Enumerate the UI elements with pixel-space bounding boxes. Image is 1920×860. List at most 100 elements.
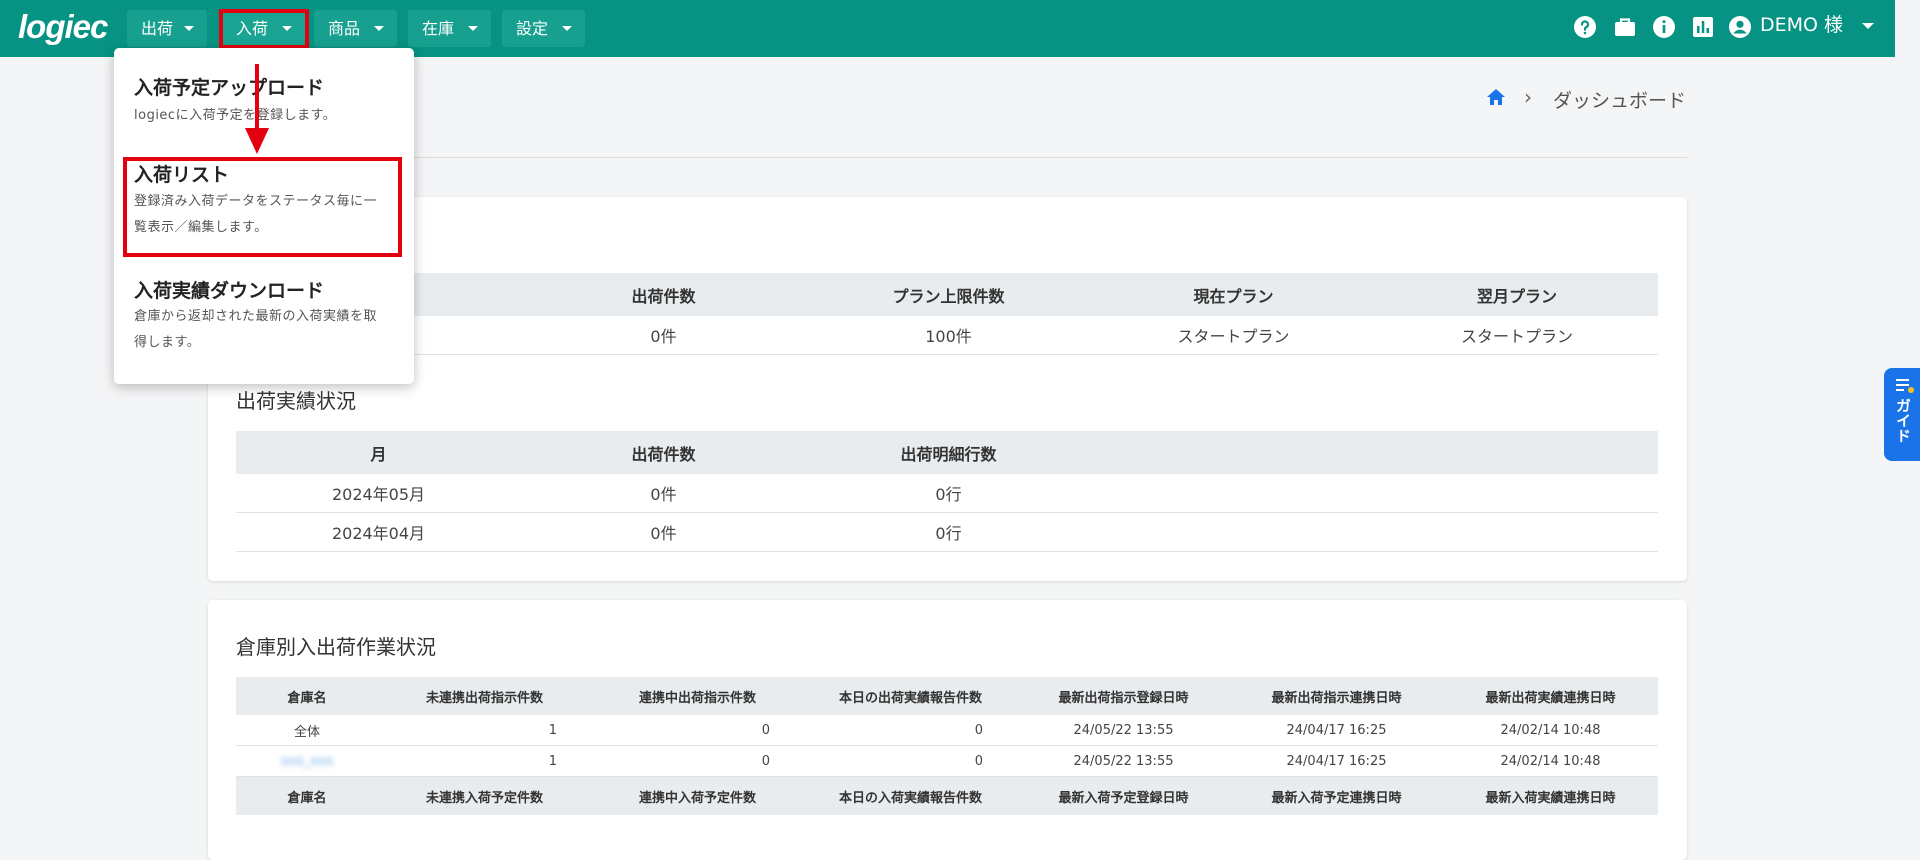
table-cell: 0 (804, 745, 1017, 777)
table-row: 全体 1 0 0 24/05/22 13:55 24/04/17 16:25 2… (236, 715, 1658, 746)
chart-icon[interactable] (1691, 15, 1715, 39)
table-header-row: 月 出荷件数 出荷明細行数 (236, 431, 1658, 474)
user-menu-caret-icon[interactable] (1862, 23, 1874, 29)
column-header: 現在プラン (1091, 273, 1376, 316)
table-header-row: 倉庫名 未連携出荷指示件数 連携中出荷指示件数 本日の出荷実績報告件数 最新出荷… (236, 677, 1658, 715)
column-header: 出荷件数 (521, 431, 806, 474)
column-header: 最新入荷予定登録日時 (1017, 776, 1230, 815)
table-cell: 24/05/22 13:55 (1017, 715, 1230, 746)
nav-products-menu[interactable]: 商品 (314, 10, 397, 47)
column-header: 未連携出荷指示件数 (378, 677, 591, 715)
plan-table: 出荷件数 プラン上限件数 現在プラン 翌月プラン 月 0件 100件 スタートプ… (236, 273, 1658, 355)
table-cell: スタートプラン (1376, 316, 1658, 355)
menu-item-description: logiecに入荷予定を登録します。 (134, 108, 337, 123)
shipment-status-table: 月 出荷件数 出荷明細行数 2024年05月 0件 0行 2024年04月 0件… (236, 431, 1658, 552)
table-cell: 2024年05月 (236, 474, 521, 513)
column-header: 出荷明細行数 (806, 431, 1091, 474)
table-cell: 24/04/17 16:25 (1230, 715, 1443, 746)
column-header: 倉庫名 (236, 776, 378, 815)
menu-item-description: 得します。 (134, 335, 201, 350)
table-cell (1091, 474, 1658, 513)
nav-settings-menu[interactable]: 設定 (502, 10, 585, 47)
divider (208, 157, 1687, 158)
table-cell: 1 (378, 715, 591, 746)
help-icon[interactable] (1573, 15, 1597, 39)
table-row: 2024年04月 0件 0行 (236, 512, 1658, 552)
column-header: 最新出荷指示連携日時 (1230, 677, 1443, 715)
table-cell: 24/02/14 10:48 (1443, 745, 1658, 777)
column-header: 最新入荷予定連携日時 (1230, 776, 1443, 815)
user-name[interactable]: DEMO 様 (1760, 12, 1843, 38)
annotation-arrow-icon (245, 64, 269, 154)
receiving-list-highlight (123, 157, 402, 257)
table-cell: 24/05/22 13:55 (1017, 745, 1230, 777)
table-cell: スタートプラン (1091, 316, 1376, 355)
table-cell: 0 (591, 745, 804, 777)
caret-down-icon (374, 26, 384, 31)
table-header-row: 倉庫名 未連携入荷予定件数 連携中入荷予定件数 本日の入荷実績報告件数 最新入荷… (236, 776, 1658, 815)
account-icon[interactable] (1728, 15, 1752, 39)
table-cell: 0件 (521, 316, 806, 355)
nav-shipping-label: 出荷 (141, 19, 174, 38)
table-cell: 0行 (806, 512, 1091, 552)
column-header: 翌月プラン (1376, 273, 1658, 316)
table-cell (1091, 512, 1658, 552)
column-header: 本日の入荷実績報告件数 (804, 776, 1017, 815)
column-header: 倉庫名 (236, 677, 378, 715)
column-header: 未連携入荷予定件数 (378, 776, 591, 815)
table-cell: 0行 (806, 474, 1091, 513)
breadcrumb-separator-icon: › (1524, 85, 1532, 109)
nav-shipping-menu[interactable]: 出荷 (127, 10, 207, 47)
warehouse-status-title: 倉庫別入出荷作業状況 (236, 635, 436, 659)
shipment-status-title: 出荷実績状況 (236, 389, 356, 413)
home-icon[interactable] (1486, 88, 1506, 106)
menu-item-receiving-upload[interactable]: 入荷予定アップロード (134, 73, 324, 100)
caret-down-icon (468, 26, 478, 31)
table-cell: 0 (591, 715, 804, 746)
guide-button[interactable]: ガイド (1884, 368, 1920, 461)
receiving-menu-highlight (219, 9, 309, 49)
column-header: 月 (236, 431, 521, 474)
column-header: 本日の出荷実績報告件数 (804, 677, 1017, 715)
warehouse-name: 全体 (236, 715, 378, 746)
column-header: 連携中出荷指示件数 (591, 677, 804, 715)
table-cell: 1 (378, 745, 591, 777)
column-header: 連携中入荷予定件数 (591, 776, 804, 815)
nav-inventory-label: 在庫 (422, 19, 455, 38)
menu-item-description: 倉庫から返却された最新の入荷実績を取 (134, 309, 378, 324)
warehouse-link-redacted[interactable]: xxx_xxx (281, 754, 334, 769)
column-header: 出荷件数 (521, 273, 806, 316)
table-header-row: 出荷件数 プラン上限件数 現在プラン 翌月プラン (236, 273, 1658, 316)
table-row: 2024年05月 0件 0行 (236, 474, 1658, 513)
guide-label: ガイド (1894, 398, 1912, 443)
table-cell: 2024年04月 (236, 512, 521, 552)
table-row: xxx_xxx 1 0 0 24/05/22 13:55 24/04/17 16… (236, 745, 1658, 777)
caret-down-icon (184, 26, 194, 31)
warehouse-status-table: 倉庫名 未連携出荷指示件数 連携中出荷指示件数 本日の出荷実績報告件数 最新出荷… (236, 677, 1658, 815)
table-cell: 0件 (521, 512, 806, 552)
table-cell: 100件 (806, 316, 1091, 355)
caret-down-icon (562, 26, 572, 31)
warehouse-link-cell[interactable]: xxx_xxx (236, 745, 378, 777)
breadcrumb-current: ダッシュボード (1553, 90, 1687, 112)
menu-item-receiving-results-download[interactable]: 入荷実績ダウンロード (134, 276, 324, 303)
list-icon (1896, 379, 1914, 393)
table-cell: 24/02/14 10:48 (1443, 715, 1658, 746)
column-header (1091, 431, 1658, 474)
nav-settings-label: 設定 (516, 19, 549, 38)
warehouse-status-card: 倉庫別入出荷作業状況 倉庫名 未連携出荷指示件数 連携中出荷指示件数 本日の出荷… (208, 600, 1687, 860)
column-header: 最新入荷実績連携日時 (1443, 776, 1658, 815)
table-cell: 0 (804, 715, 1017, 746)
info-icon[interactable] (1652, 15, 1676, 39)
table-cell: 0件 (521, 474, 806, 513)
dashboard-summary-card: 出荷件数 プラン上限件数 現在プラン 翌月プラン 月 0件 100件 スタートプ… (208, 197, 1687, 581)
logiec-logo[interactable]: logiec (18, 9, 108, 45)
column-header: プラン上限件数 (806, 273, 1091, 316)
table-cell: 24/04/17 16:25 (1230, 745, 1443, 777)
column-header: 最新出荷実績連携日時 (1443, 677, 1658, 715)
nav-products-label: 商品 (328, 19, 361, 38)
column-header: 最新出荷指示登録日時 (1017, 677, 1230, 715)
table-row: 月 0件 100件 スタートプラン スタートプラン (236, 316, 1658, 355)
nav-inventory-menu[interactable]: 在庫 (408, 10, 491, 47)
briefcase-icon[interactable] (1613, 15, 1637, 39)
